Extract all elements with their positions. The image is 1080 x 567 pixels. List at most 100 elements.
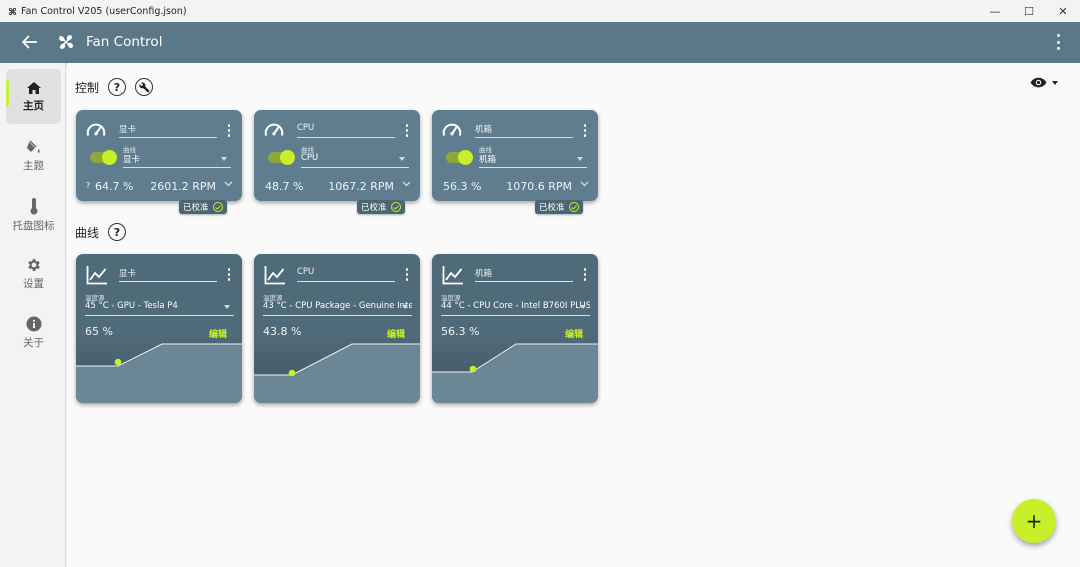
fan-control-card: CPU 曲线 CPU 48.7 % 1067.2 RPM bbox=[254, 110, 420, 201]
sidebar-item-tray-icon[interactable]: 托盘图标 bbox=[6, 187, 61, 242]
line-chart-icon bbox=[86, 266, 107, 285]
curve-name-input[interactable]: 机箱 bbox=[475, 267, 573, 282]
fan-percent: 64.7 % bbox=[95, 180, 134, 193]
back-button[interactable] bbox=[20, 32, 40, 52]
fan-enable-toggle[interactable] bbox=[446, 149, 473, 165]
sidebar-item-label: 托盘图标 bbox=[12, 219, 55, 232]
info-icon bbox=[26, 316, 41, 331]
home-icon bbox=[26, 81, 41, 94]
gear-icon bbox=[27, 258, 40, 271]
close-button[interactable]: ✕ bbox=[1046, 0, 1080, 22]
check-icon bbox=[212, 202, 223, 212]
curve-card: 显卡 温度源 45 °C - GPU - Tesla P4 65 % 编辑 bbox=[76, 254, 242, 403]
curve-graph[interactable] bbox=[432, 339, 598, 403]
line-chart-icon bbox=[264, 266, 285, 285]
curve-name-input[interactable]: CPU bbox=[297, 267, 395, 282]
warning-indicator: ? bbox=[86, 181, 91, 190]
sidebar-item-label: 设置 bbox=[23, 277, 44, 290]
curve-select[interactable]: 显卡 bbox=[123, 153, 231, 168]
plus-icon: + bbox=[1025, 509, 1043, 533]
check-icon bbox=[568, 202, 579, 212]
minimize-button[interactable]: — bbox=[978, 0, 1012, 22]
fan-control-card: 机箱 曲线 机箱 56.3 % 1070.6 RPM bbox=[432, 110, 598, 201]
fan-enable-toggle[interactable] bbox=[90, 149, 117, 165]
section-title-controls: 控制 bbox=[75, 81, 100, 95]
fan-percent: 56.3 % bbox=[443, 180, 482, 193]
more-vert-icon[interactable] bbox=[405, 124, 409, 137]
speedometer-icon bbox=[264, 123, 284, 136]
section-title-curves: 曲线 bbox=[75, 226, 100, 240]
fan-name-input[interactable]: CPU bbox=[297, 123, 395, 138]
curve-output-value: 56.3 % bbox=[441, 325, 480, 338]
more-vert-icon[interactable] bbox=[583, 268, 587, 281]
curve-current-point bbox=[469, 365, 477, 373]
active-nav-indicator bbox=[6, 80, 9, 106]
main-content: 控制 ? 显卡 曲线 显卡 ? 64.7 % 2601.2 RPM 已校准 CP… bbox=[67, 63, 1080, 567]
curve-select[interactable]: CPU bbox=[301, 153, 409, 168]
curve-graph[interactable] bbox=[76, 339, 242, 403]
add-button[interactable]: + bbox=[1012, 499, 1056, 543]
more-vert-icon[interactable] bbox=[227, 268, 231, 281]
sidebar-item-label: 主页 bbox=[23, 99, 44, 112]
fan-rpm: 2601.2 RPM bbox=[150, 180, 216, 193]
sidebar: 主页 主题 托盘图标 设置 关于 bbox=[0, 63, 66, 567]
fan-enable-toggle[interactable] bbox=[268, 149, 295, 165]
fan-rpm: 1067.2 RPM bbox=[328, 180, 394, 193]
visibility-toggle[interactable] bbox=[1030, 77, 1058, 88]
more-vert-icon[interactable] bbox=[405, 268, 409, 281]
help-icon[interactable]: ? bbox=[108, 223, 126, 241]
more-vert-icon[interactable] bbox=[227, 124, 231, 137]
curve-name-input[interactable]: 显卡 bbox=[119, 267, 217, 282]
curve-card: CPU 温度源 43 °C - CPU Package - Genuine In… bbox=[254, 254, 420, 403]
speedometer-icon bbox=[442, 123, 462, 136]
sidebar-item-about[interactable]: 关于 bbox=[6, 305, 61, 360]
fan-icon bbox=[6, 5, 18, 17]
more-vert-icon[interactable] bbox=[583, 124, 587, 137]
curve-graph[interactable] bbox=[254, 339, 420, 403]
sidebar-item-settings[interactable]: 设置 bbox=[6, 246, 61, 301]
fan-percent: 48.7 % bbox=[265, 180, 304, 193]
chevron-down-icon bbox=[221, 157, 227, 161]
window-titlebar: Fan Control V205 (userConfig.json) — ☐ ✕ bbox=[0, 0, 1080, 22]
calibrated-badge: 已校准 bbox=[535, 200, 583, 214]
chevron-down-icon bbox=[580, 305, 586, 309]
calibrated-badge: 已校准 bbox=[357, 200, 405, 214]
speedometer-icon bbox=[86, 123, 106, 136]
sidebar-item-label: 关于 bbox=[23, 336, 44, 349]
temperature-source-select[interactable]: 43 °C - CPU Package - Genuine Intel(R) 0… bbox=[263, 301, 412, 316]
sidebar-item-home[interactable]: 主页 bbox=[6, 69, 61, 124]
fan-rpm: 1070.6 RPM bbox=[506, 180, 572, 193]
curve-current-point bbox=[114, 358, 122, 366]
fan-control-card: 显卡 曲线 显卡 ? 64.7 % 2601.2 RPM bbox=[76, 110, 242, 201]
maximize-button[interactable]: ☐ bbox=[1012, 0, 1046, 22]
curve-current-point bbox=[288, 369, 296, 377]
temperature-source-select[interactable]: 45 °C - GPU - Tesla P4 bbox=[85, 301, 234, 316]
curve-output-value: 65 % bbox=[85, 325, 113, 338]
window-title: Fan Control V205 (userConfig.json) bbox=[21, 5, 187, 17]
expand-chevron-icon[interactable] bbox=[224, 181, 233, 187]
expand-chevron-icon[interactable] bbox=[402, 181, 411, 187]
sidebar-item-theme[interactable]: 主题 bbox=[6, 128, 61, 183]
curve-card: 机箱 温度源 44 °C - CPU Core - Intel B760I PL… bbox=[432, 254, 598, 403]
fan-name-input[interactable]: 显卡 bbox=[119, 123, 217, 138]
fan-name-input[interactable]: 机箱 bbox=[475, 123, 573, 138]
app-title: Fan Control bbox=[86, 34, 163, 50]
check-icon bbox=[390, 202, 401, 212]
back-arrow-icon bbox=[22, 35, 37, 49]
thermometer-icon bbox=[30, 197, 37, 214]
wrench-icon[interactable] bbox=[135, 78, 153, 96]
temperature-source-select[interactable]: 44 °C - CPU Core - Intel B760I PLUS bbox=[441, 301, 590, 316]
calibrated-badge: 已校准 bbox=[179, 200, 227, 214]
chevron-down-icon bbox=[577, 157, 583, 161]
chevron-down-icon bbox=[224, 305, 230, 309]
paint-bucket-icon bbox=[26, 139, 40, 153]
curve-select[interactable]: 机箱 bbox=[479, 153, 587, 168]
chevron-down-icon bbox=[399, 157, 405, 161]
eye-icon bbox=[1030, 77, 1047, 88]
line-chart-icon bbox=[442, 266, 463, 285]
expand-chevron-icon[interactable] bbox=[580, 181, 589, 187]
help-icon[interactable]: ? bbox=[108, 78, 126, 96]
app-bar: Fan Control bbox=[0, 22, 1080, 63]
chevron-down-icon bbox=[1052, 80, 1058, 85]
more-vert-icon[interactable] bbox=[1054, 34, 1062, 50]
